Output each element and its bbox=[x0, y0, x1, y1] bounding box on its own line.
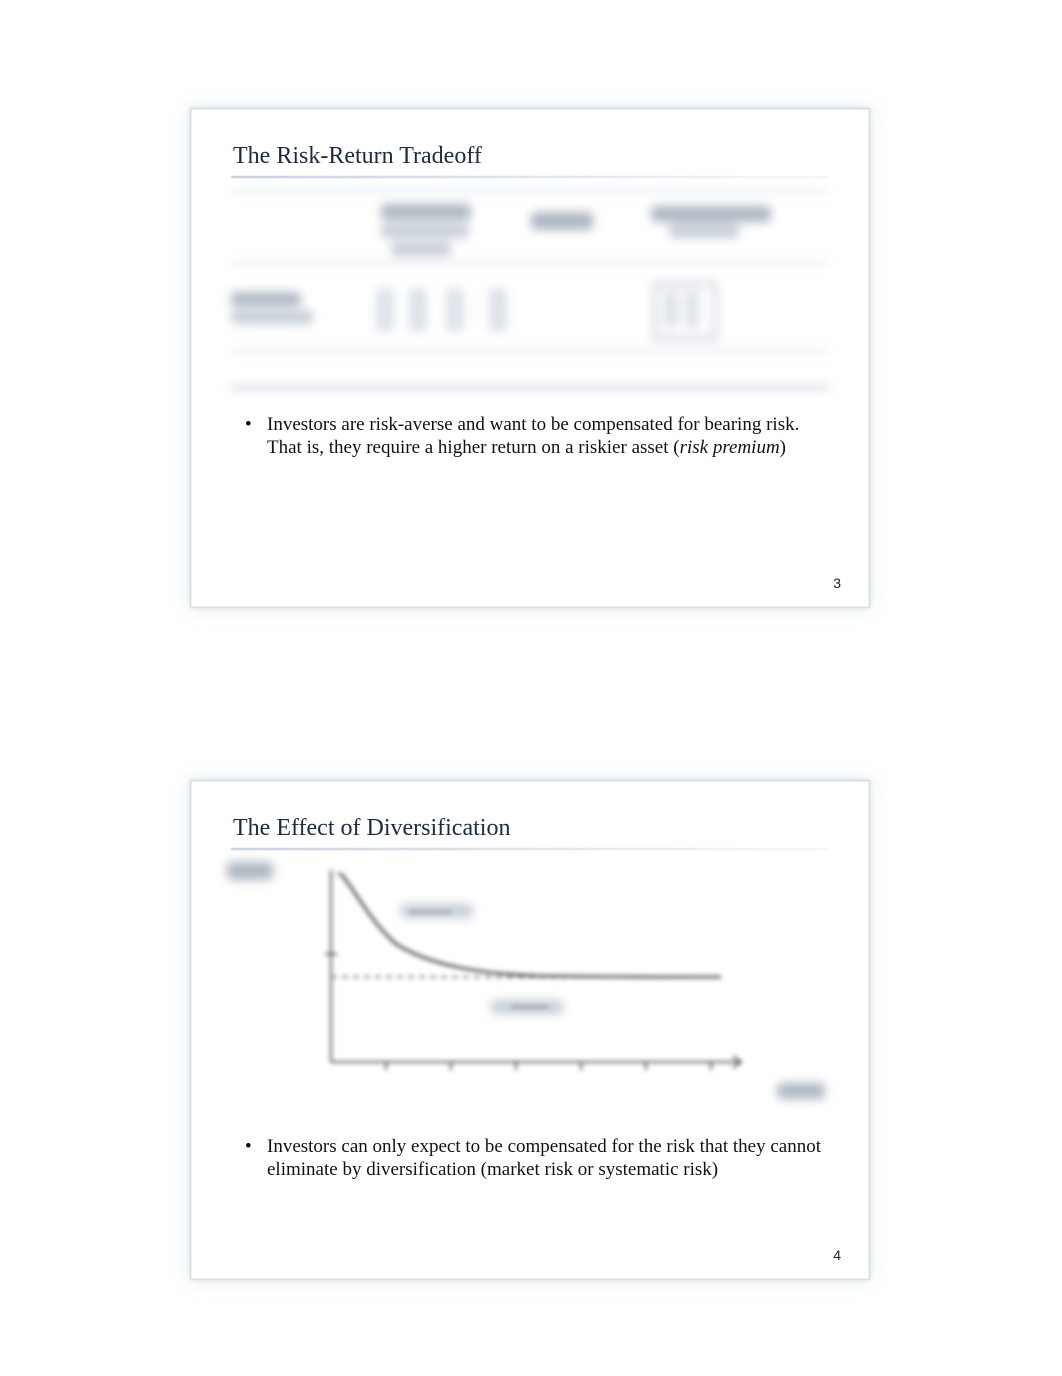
slide-title: The Risk-Return Tradeoff bbox=[233, 143, 829, 170]
bullet-list: Investors are risk-averse and want to be… bbox=[239, 413, 829, 459]
bullet-text-suffix: ) bbox=[780, 437, 786, 458]
slide-risk-return: The Risk-Return Tradeoff bbox=[190, 108, 870, 608]
slide-title: The Effect of Diversification bbox=[233, 815, 829, 842]
bullet-item: Investors are risk-averse and want to be… bbox=[239, 413, 829, 459]
slide-diversification: The Effect of Diversification bbox=[190, 780, 870, 1280]
bullet-list: Investors can only expect to be compensa… bbox=[239, 1135, 829, 1181]
bullet-text-italic: risk premium bbox=[680, 437, 780, 458]
page: The Risk-Return Tradeoff bbox=[0, 0, 1062, 1376]
page-number: 4 bbox=[833, 1247, 841, 1263]
chart-svg bbox=[301, 862, 771, 1097]
bullet-text: Investors can only expect to be compensa… bbox=[267, 1136, 821, 1180]
page-number: 3 bbox=[833, 575, 841, 591]
diversification-chart bbox=[231, 862, 829, 1117]
title-rule bbox=[231, 848, 829, 850]
blurred-table-region bbox=[231, 190, 829, 395]
bullet-item: Investors can only expect to be compensa… bbox=[239, 1135, 829, 1181]
title-rule bbox=[231, 176, 829, 178]
